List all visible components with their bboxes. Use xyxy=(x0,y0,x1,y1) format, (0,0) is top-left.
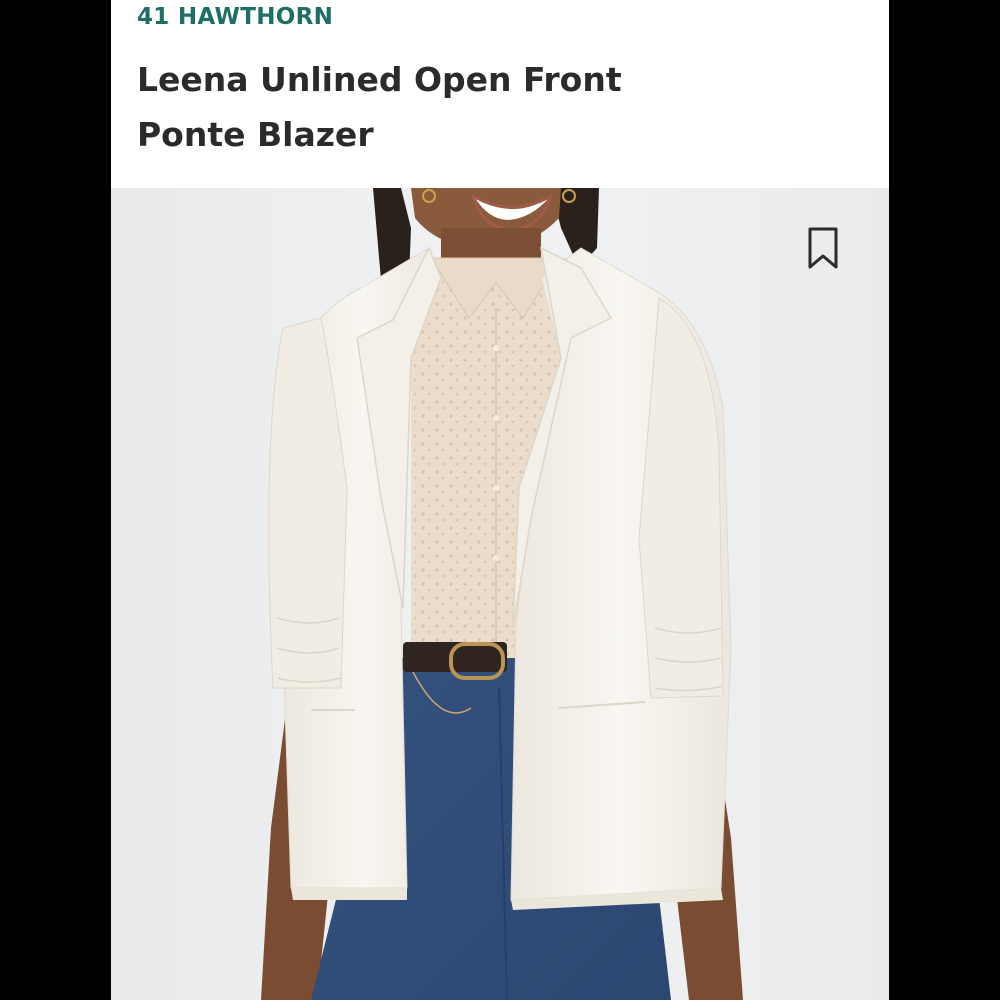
product-image[interactable] xyxy=(111,188,889,1000)
model-illustration xyxy=(111,188,889,1000)
brand-name[interactable]: 41 HAWTHORN xyxy=(137,4,333,30)
product-header: 41 HAWTHORN Leena Unlined Open Front Pon… xyxy=(111,0,889,188)
letterbox-right xyxy=(889,0,1000,1000)
product-title: Leena Unlined Open Front Ponte Blazer xyxy=(137,60,622,154)
product-screen: 41 HAWTHORN Leena Unlined Open Front Pon… xyxy=(111,0,889,1000)
letterbox-left xyxy=(0,0,111,1000)
bookmark-outline-icon xyxy=(808,227,838,269)
bookmark-button[interactable] xyxy=(807,226,839,272)
